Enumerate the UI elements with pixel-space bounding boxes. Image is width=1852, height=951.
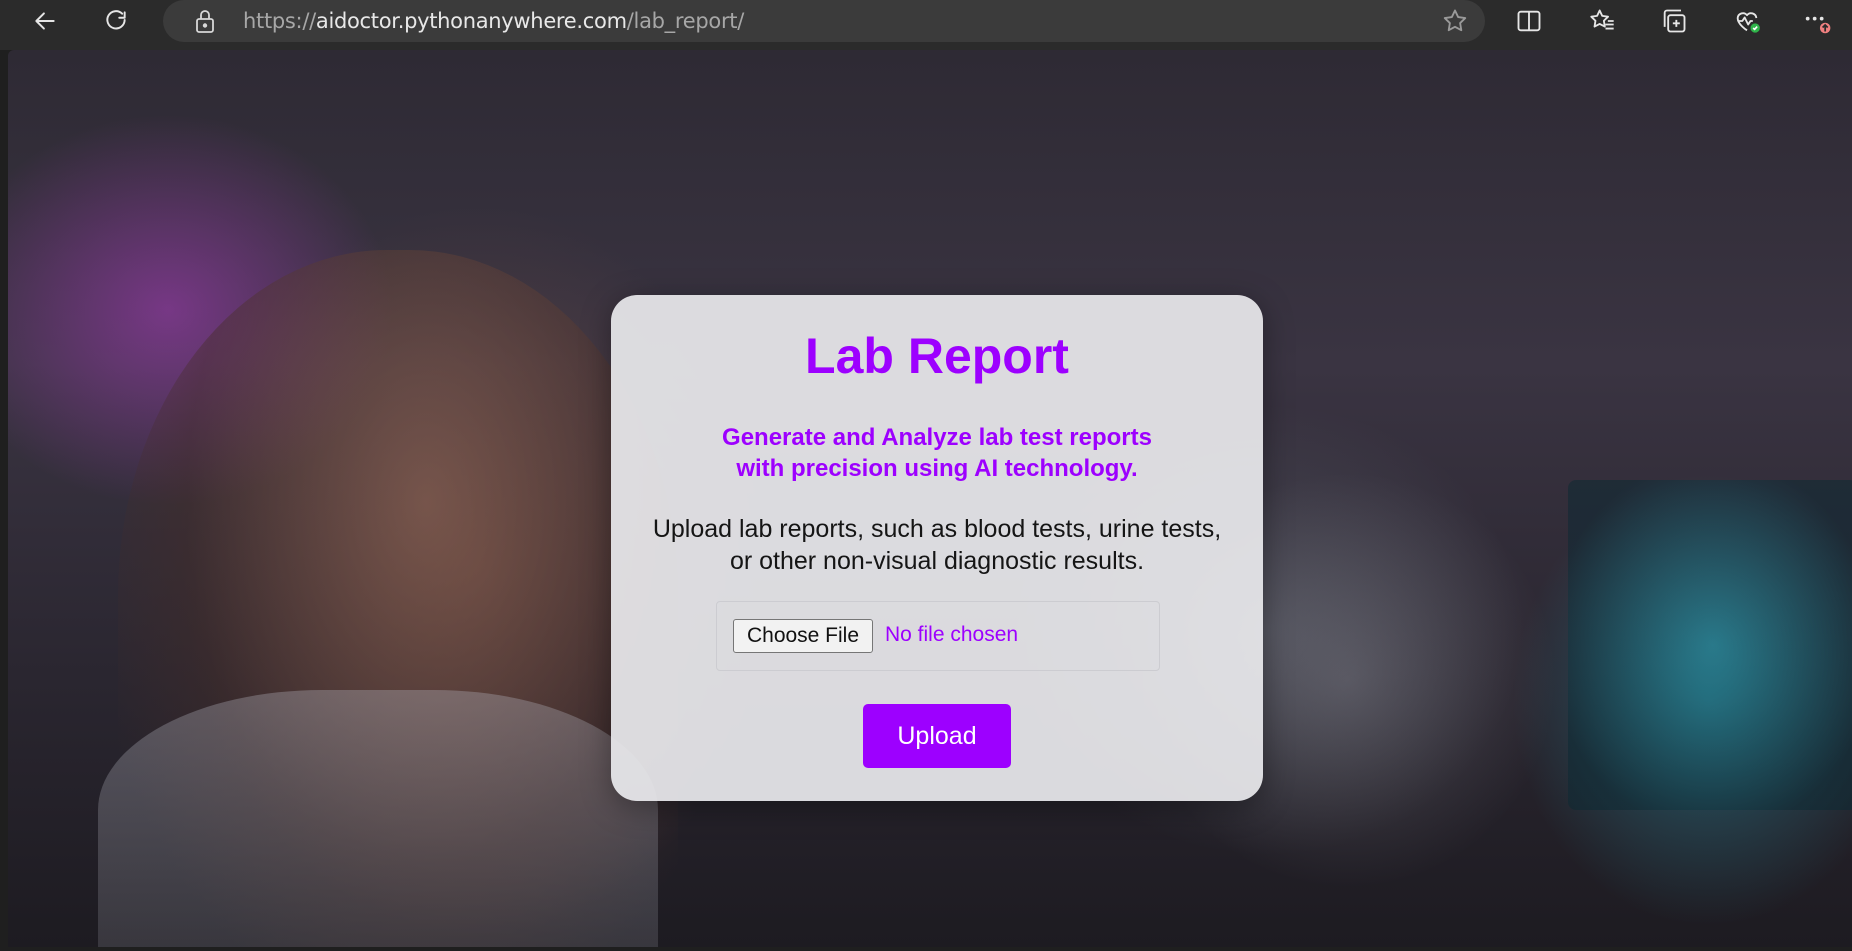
description-line-2: or other non-visual diagnostic results. xyxy=(729,547,1145,575)
refresh-icon xyxy=(106,10,126,30)
file-input[interactable]: Choose File No file chosen xyxy=(716,601,1160,671)
card-subtitle: Generate and Analyze lab test reports wi… xyxy=(671,422,1203,484)
upload-button[interactable]: Upload xyxy=(863,704,1011,768)
collections-button[interactable] xyxy=(1657,4,1691,38)
url-text[interactable]: https://aidoctor.pythonanywhere.com/lab_… xyxy=(243,9,744,33)
subtitle-line-1: Generate and Analyze lab test reports xyxy=(722,424,1152,451)
choose-file-button[interactable]: Choose File xyxy=(733,619,873,653)
url-prefix: https:// xyxy=(243,9,316,33)
back-arrow-icon xyxy=(35,12,55,30)
refresh-button[interactable] xyxy=(99,4,133,38)
lab-report-card: Lab Report Generate and Analyze lab test… xyxy=(611,295,1263,801)
favorites-icon xyxy=(1590,9,1614,30)
back-button[interactable] xyxy=(28,4,62,38)
star-icon[interactable] xyxy=(1441,7,1469,35)
browser-essentials-button[interactable] xyxy=(1730,4,1764,38)
description-line-1: Upload lab reports, such as blood tests,… xyxy=(652,515,1222,543)
more-options-button[interactable] xyxy=(1800,4,1834,38)
subtitle-line-2: with precision using AI technology. xyxy=(736,455,1138,482)
file-status-text: No file chosen xyxy=(885,623,1019,646)
card-description: Upload lab reports, such as blood tests,… xyxy=(631,513,1243,577)
background-monitor-image xyxy=(1568,480,1852,810)
background-coat-image xyxy=(98,690,658,947)
page-title: Lab Report xyxy=(805,328,1069,384)
url-path: /lab_report/ xyxy=(626,9,745,33)
page-viewport: Lab Report Generate and Analyze lab test… xyxy=(8,50,1852,947)
more-options-icon xyxy=(1805,16,1831,34)
url-host: aidoctor.pythonanywhere.com xyxy=(315,9,627,33)
split-screen-icon xyxy=(1517,10,1541,32)
favorites-button[interactable] xyxy=(1585,4,1619,38)
browser-toolbar: https://aidoctor.pythonanywhere.com/lab_… xyxy=(0,0,1852,50)
address-bar[interactable]: https://aidoctor.pythonanywhere.com/lab_… xyxy=(163,0,1485,42)
collections-icon xyxy=(1663,9,1686,33)
split-screen-button[interactable] xyxy=(1512,4,1546,38)
lock-icon[interactable] xyxy=(193,8,217,34)
browser-essentials-icon xyxy=(1736,12,1760,33)
